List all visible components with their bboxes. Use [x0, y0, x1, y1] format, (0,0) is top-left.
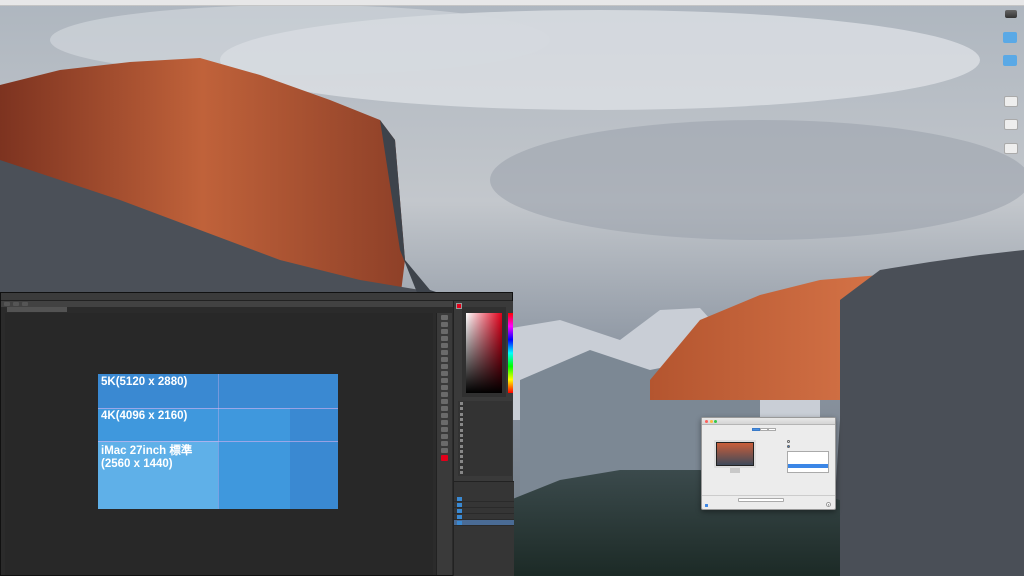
layer-row-selected[interactable] [454, 520, 514, 526]
label-imac-line1: iMac 27inch 標準 [101, 445, 193, 457]
history-step-icon [460, 418, 463, 422]
history-step-icon [460, 465, 463, 469]
history-step-icon [460, 460, 463, 464]
resolution-comparison-artwork: 5K(5120 x 2880) 4K(4096 x 2160) iMac 27i… [98, 374, 338, 509]
type-tool-icon[interactable] [441, 420, 448, 425]
blur-tool-icon[interactable] [441, 399, 448, 404]
tab-arrangement[interactable] [760, 428, 768, 431]
label-imac-line2: (2560 x 1440) [101, 458, 173, 470]
zoom-tool-icon[interactable] [441, 448, 448, 453]
pen-tool-icon[interactable] [441, 413, 448, 418]
airplay-select[interactable] [738, 498, 784, 502]
move-tool-icon[interactable] [441, 315, 448, 320]
layer-thumbnail [457, 520, 462, 525]
mirroring-checkbox[interactable] [705, 504, 708, 507]
brush-tool-icon[interactable] [441, 364, 448, 369]
radio-scaled[interactable] [787, 445, 790, 448]
close-icon[interactable] [705, 419, 708, 423]
color-picker-panel [462, 307, 513, 397]
marquee-tool-icon[interactable] [441, 322, 448, 327]
history-step-icon [460, 439, 463, 443]
history-item[interactable] [458, 470, 512, 475]
hand-tool-icon[interactable] [441, 441, 448, 446]
resolution-list[interactable] [787, 451, 829, 473]
document-icon[interactable] [1004, 119, 1018, 130]
guide-line [218, 374, 219, 509]
healing-tool-icon[interactable] [441, 357, 448, 362]
displays-footer: ? [702, 495, 835, 509]
document-icon[interactable] [1004, 96, 1018, 107]
layer-thumbnail [457, 496, 462, 501]
layer-thumbnail [457, 508, 462, 513]
displays-titlebar[interactable] [702, 418, 835, 425]
path-select-tool-icon[interactable] [441, 427, 448, 432]
options-item[interactable] [22, 302, 28, 306]
imac-illustration [714, 440, 756, 468]
shape-tool-icon[interactable] [441, 434, 448, 439]
crop-tool-icon[interactable] [441, 343, 448, 348]
options-bar [1, 300, 512, 307]
layers-panel [454, 481, 514, 576]
color-field[interactable] [466, 313, 502, 393]
history-panel [458, 401, 512, 476]
photoshop-titlebar[interactable] [1, 293, 512, 300]
imac-screen [717, 443, 753, 465]
history-step-icon [460, 444, 463, 448]
tools-panel [436, 313, 452, 575]
history-step-icon [460, 423, 463, 427]
label-4k: 4K(4096 x 2160) [101, 410, 188, 422]
history-step-icon [460, 455, 463, 459]
document-icon[interactable] [1004, 143, 1018, 154]
resolution-option[interactable] [788, 468, 828, 472]
history-brush-tool-icon[interactable] [441, 378, 448, 383]
history-step-icon [460, 412, 463, 416]
lasso-tool-icon[interactable] [441, 329, 448, 334]
tab-display[interactable] [752, 428, 760, 431]
history-step-icon [460, 407, 463, 411]
folder-icon[interactable] [1003, 55, 1017, 66]
radio-default[interactable] [787, 440, 790, 443]
layer-thumbnail [457, 502, 462, 507]
quick-select-tool-icon[interactable] [441, 336, 448, 341]
imac-stand [730, 468, 740, 473]
history-step-icon [460, 428, 463, 432]
stamp-tool-icon[interactable] [441, 371, 448, 376]
history-step-icon [460, 433, 463, 437]
history-step-icon [460, 402, 463, 406]
foreground-color-swatch[interactable] [441, 455, 448, 461]
document-tab[interactable] [7, 307, 67, 312]
displays-preferences-window: ? [701, 417, 836, 510]
options-item[interactable] [13, 302, 19, 306]
eraser-tool-icon[interactable] [441, 385, 448, 390]
menu-bar [0, 0, 1024, 6]
tab-color[interactable] [768, 428, 776, 431]
options-item[interactable] [4, 302, 10, 306]
drive-icon[interactable] [1005, 10, 1017, 18]
dodge-tool-icon[interactable] [441, 406, 448, 411]
eyedropper-tool-icon[interactable] [441, 350, 448, 355]
zoom-icon[interactable] [714, 419, 717, 423]
history-step-icon [460, 449, 463, 453]
hue-slider[interactable] [508, 313, 513, 393]
layer-thumbnail [457, 514, 462, 519]
displays-tabs [752, 428, 776, 431]
gradient-tool-icon[interactable] [441, 392, 448, 397]
history-step-icon [460, 471, 463, 474]
folder-icon[interactable] [1003, 32, 1017, 43]
label-5k: 5K(5120 x 2880) [101, 376, 188, 388]
minimize-icon[interactable] [709, 419, 713, 423]
right-panels [453, 301, 514, 576]
help-button[interactable]: ? [826, 502, 831, 507]
